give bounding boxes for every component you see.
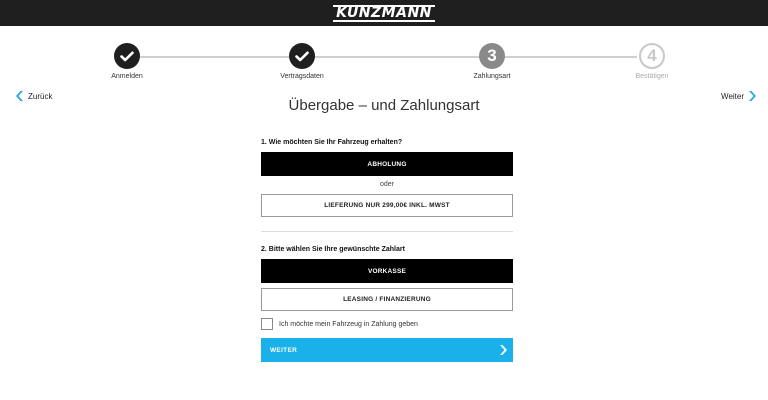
submit-button[interactable]: WEITER (261, 338, 513, 362)
delivery-question: 1. Wie möchten Sie Ihr Fahrzeug erhalten… (261, 139, 403, 146)
submit-label: WEITER (270, 346, 298, 354)
stepper-line (127, 56, 637, 58)
top-bar: KUNZMANN (0, 0, 768, 26)
separator-text: oder (379, 181, 394, 188)
kunzmann-logo[interactable]: KUNZMANN (0, 0, 768, 26)
progress-stepper: Anmelden Vertragsdaten 3 Zahlungsart 4 B… (0, 40, 768, 90)
step-vertragsdaten: Vertragsdaten (252, 43, 352, 80)
step-anmelden: Anmelden (77, 43, 177, 80)
step-label: Anmelden (111, 73, 143, 80)
step-zahlungsart: 3 Zahlungsart (442, 43, 542, 80)
step-number: 4 (639, 43, 665, 69)
page-title: Übergabe – und Zahlungsart (288, 97, 480, 114)
check-icon (114, 43, 140, 69)
section-divider (261, 231, 513, 232)
step-number: 3 (479, 43, 505, 69)
pickup-option-button[interactable]: ABHOLUNG (261, 152, 513, 176)
step-label: Bestätigen (635, 73, 669, 80)
leasing-option-button[interactable]: LEASING / FINANZIERUNG (261, 288, 513, 311)
step-label: Vertragsdaten (280, 73, 324, 80)
step-label: Zahlungsart (473, 73, 511, 80)
delivery-option-button[interactable]: LIEFERUNG NUR 299,00€ INKL. MWST (261, 194, 513, 217)
prepay-option-button[interactable]: VORKASSE (261, 259, 513, 283)
payment-question: 2. Bitte wählen Sie Ihre gewünschte Zahl… (261, 246, 405, 253)
step-bestaetigen: 4 Bestätigen (602, 43, 702, 80)
check-icon (289, 43, 315, 69)
trade-in-label: Ich möchte mein Fahrzeug in Zahlung gebe… (279, 320, 418, 328)
trade-in-checkbox[interactable] (261, 318, 273, 330)
chevron-right-icon (500, 345, 507, 355)
trade-in-row: Ich möchte mein Fahrzeug in Zahlung gebe… (261, 318, 513, 330)
